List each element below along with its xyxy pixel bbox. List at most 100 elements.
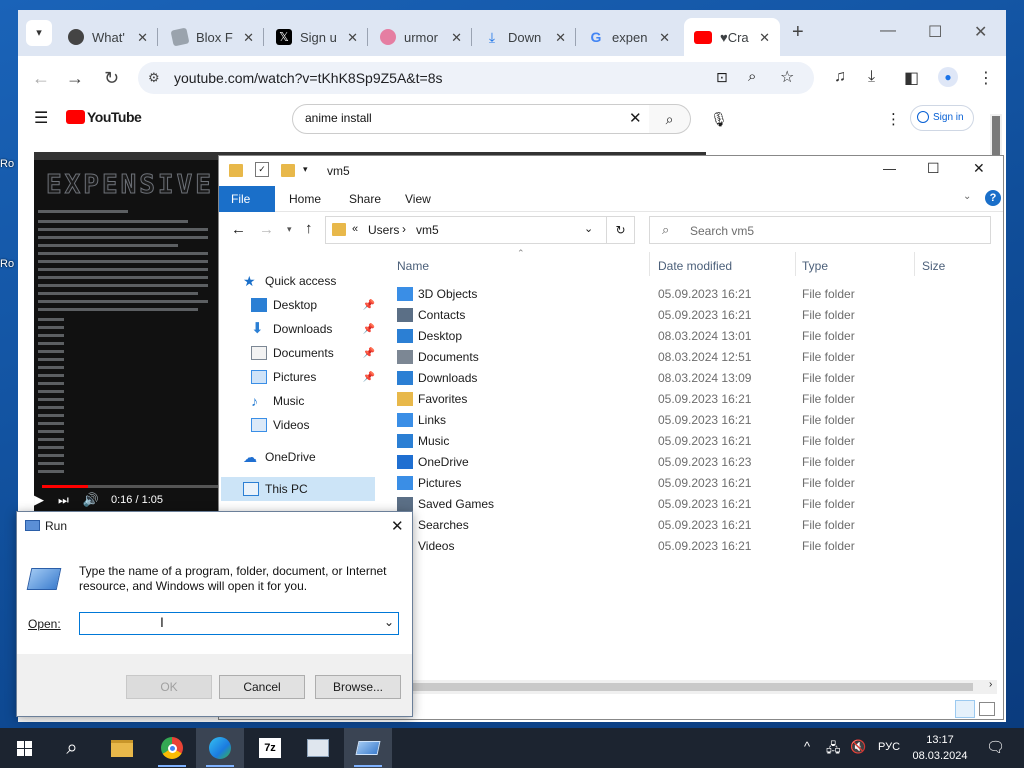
- minimize-icon[interactable]: —: [883, 161, 896, 176]
- ribbon-tab-share[interactable]: Share: [337, 186, 393, 212]
- cancel-button[interactable]: Cancel: [219, 675, 305, 699]
- maximize-icon[interactable]: ☐: [927, 160, 940, 177]
- browser-tab[interactable]: 𝕏 Sign u ✕: [266, 18, 368, 56]
- youtube-search-input[interactable]: anime install ✕: [292, 104, 650, 134]
- play-icon[interactable]: ▶: [34, 492, 44, 508]
- file-row[interactable]: Videos 05.09.2023 16:21 File folder: [397, 536, 987, 557]
- breadcrumb-overflow[interactable]: «: [352, 223, 358, 235]
- file-row[interactable]: Downloads 08.03.2024 13:09 File folder: [397, 368, 987, 389]
- new-folder-icon[interactable]: [281, 164, 295, 177]
- new-tab-button[interactable]: +: [792, 21, 804, 44]
- horizontal-scrollbar-thumb[interactable]: [413, 683, 973, 691]
- nav-item-desktop[interactable]: Desktop 📌: [251, 294, 375, 316]
- refresh-button[interactable]: ↻: [607, 216, 635, 244]
- menu-kebab-icon[interactable]: ⋮: [978, 68, 994, 88]
- browse-button[interactable]: Browse...: [315, 675, 401, 699]
- column-header-type[interactable]: Type: [802, 259, 828, 273]
- back-icon[interactable]: ←: [32, 68, 50, 89]
- clock[interactable]: 13:17 08.03.2024: [912, 732, 968, 764]
- youtube-logo[interactable]: YouTube: [66, 109, 142, 125]
- help-icon[interactable]: ?: [985, 190, 1001, 206]
- network-icon[interactable]: 🖧: [826, 739, 841, 761]
- file-row[interactable]: Links 05.09.2023 16:21 File folder: [397, 410, 987, 431]
- nav-item-downloads[interactable]: ⬇ Downloads 📌: [251, 318, 375, 340]
- scroll-right-icon[interactable]: ›: [989, 679, 992, 690]
- side-panel-icon[interactable]: ◧: [904, 68, 919, 88]
- taskbar-7zip[interactable]: 7z: [246, 728, 294, 768]
- start-button[interactable]: [0, 728, 48, 768]
- pin-icon[interactable]: 📌: [363, 372, 375, 383]
- file-row[interactable]: 3D Objects 05.09.2023 16:21 File folder: [397, 284, 987, 305]
- breadcrumb-separator[interactable]: ›: [402, 222, 406, 236]
- recent-locations-icon[interactable]: ▾: [287, 224, 292, 235]
- close-icon[interactable]: ✕: [347, 30, 358, 46]
- quick-access-toolbar-dropdown-icon[interactable]: ▾: [303, 164, 308, 175]
- browser-tab[interactable]: Blox F ✕: [162, 18, 264, 56]
- browser-tab[interactable]: urmor ✕: [370, 18, 472, 56]
- close-icon[interactable]: ✕: [391, 517, 404, 535]
- close-icon[interactable]: ✕: [451, 30, 462, 46]
- file-row[interactable]: Pictures 05.09.2023 16:21 File folder: [397, 473, 987, 494]
- chevron-down-icon[interactable]: ⌄: [384, 615, 394, 629]
- close-icon[interactable]: ✕: [973, 160, 985, 177]
- taskbar-edge[interactable]: [196, 728, 244, 768]
- close-icon[interactable]: ✕: [974, 22, 987, 42]
- language-indicator[interactable]: РУС: [878, 741, 900, 753]
- ribbon-tab-view[interactable]: View: [393, 186, 443, 212]
- nav-item-videos[interactable]: Videos: [251, 414, 309, 436]
- forward-icon[interactable]: →: [259, 221, 274, 238]
- next-icon[interactable]: ⏭: [58, 493, 69, 508]
- expand-ribbon-icon[interactable]: ⌄: [963, 191, 971, 202]
- clear-search-icon[interactable]: ✕: [629, 109, 642, 127]
- site-info-icon[interactable]: ⚙: [148, 70, 160, 86]
- volume-muted-icon[interactable]: 🔇: [850, 739, 866, 755]
- nav-this-pc[interactable]: This PC: [221, 477, 375, 501]
- address-bar[interactable]: « Users › vm5 ⌄: [325, 216, 607, 244]
- search-button[interactable]: ⌕: [649, 104, 691, 134]
- close-icon[interactable]: ✕: [243, 30, 254, 46]
- close-icon[interactable]: ✕: [137, 30, 148, 46]
- minimize-icon[interactable]: —: [880, 22, 896, 40]
- details-view-icon[interactable]: [955, 700, 975, 718]
- pin-icon[interactable]: 📌: [363, 300, 375, 311]
- ok-button[interactable]: OK: [126, 675, 212, 699]
- back-icon[interactable]: ←: [231, 221, 246, 238]
- maximize-icon[interactable]: ☐: [928, 22, 942, 42]
- desktop-icon-label[interactable]: Ro: [0, 258, 14, 270]
- close-icon[interactable]: ✕: [759, 30, 770, 46]
- column-header-name[interactable]: Name: [397, 259, 429, 273]
- browser-tab[interactable]: G expen ✕: [578, 18, 680, 56]
- column-header-date[interactable]: Date modified: [658, 259, 732, 273]
- url-text[interactable]: youtube.com/watch?v=tKhK8Sp9Z5A&t=8s: [174, 70, 443, 86]
- hamburger-icon[interactable]: ☰: [34, 108, 48, 128]
- bookmark-star-icon[interactable]: ☆: [780, 67, 794, 87]
- pin-icon[interactable]: 📌: [363, 348, 375, 359]
- explorer-titlebar[interactable]: ✓ ▾ vm5 — ☐ ✕: [219, 156, 1003, 186]
- taskbar-run[interactable]: [344, 728, 392, 768]
- tab-search-button[interactable]: ▾: [26, 20, 52, 46]
- taskbar-search-button[interactable]: ⌕: [48, 728, 96, 768]
- breadcrumb-users[interactable]: Users: [368, 223, 399, 237]
- install-app-icon[interactable]: ⊡: [716, 69, 728, 86]
- large-icons-view-icon[interactable]: [979, 702, 995, 716]
- nav-onedrive[interactable]: ☁ OneDrive: [243, 446, 316, 468]
- properties-icon[interactable]: ✓: [255, 162, 269, 177]
- nav-item-pictures[interactable]: Pictures 📌: [251, 366, 375, 388]
- browser-tab-active[interactable]: ♥Cra ✕: [684, 18, 780, 56]
- browser-tab[interactable]: ⤓ Down ✕: [474, 18, 576, 56]
- file-row[interactable]: Music 05.09.2023 16:21 File folder: [397, 431, 987, 452]
- close-icon[interactable]: ✕: [555, 30, 566, 46]
- ribbon-tab-home[interactable]: Home: [277, 186, 333, 212]
- downloads-icon[interactable]: ⤓: [868, 68, 875, 86]
- taskbar-file-explorer[interactable]: [98, 728, 146, 768]
- volume-icon[interactable]: 🔊: [83, 492, 99, 508]
- file-row[interactable]: Contacts 05.09.2023 16:21 File folder: [397, 305, 987, 326]
- desktop-icon-label[interactable]: Ro: [0, 158, 14, 170]
- nav-item-music[interactable]: ♪ Music: [251, 390, 304, 412]
- file-row[interactable]: Desktop 08.03.2024 13:01 File folder: [397, 326, 987, 347]
- file-row[interactable]: OneDrive 05.09.2023 16:23 File folder: [397, 452, 987, 473]
- media-control-icon[interactable]: ♫: [834, 68, 846, 86]
- notifications-icon[interactable]: 🗨: [986, 738, 1005, 756]
- voice-search-icon[interactable]: 🎙: [706, 106, 732, 132]
- taskbar-chrome[interactable]: [148, 728, 196, 768]
